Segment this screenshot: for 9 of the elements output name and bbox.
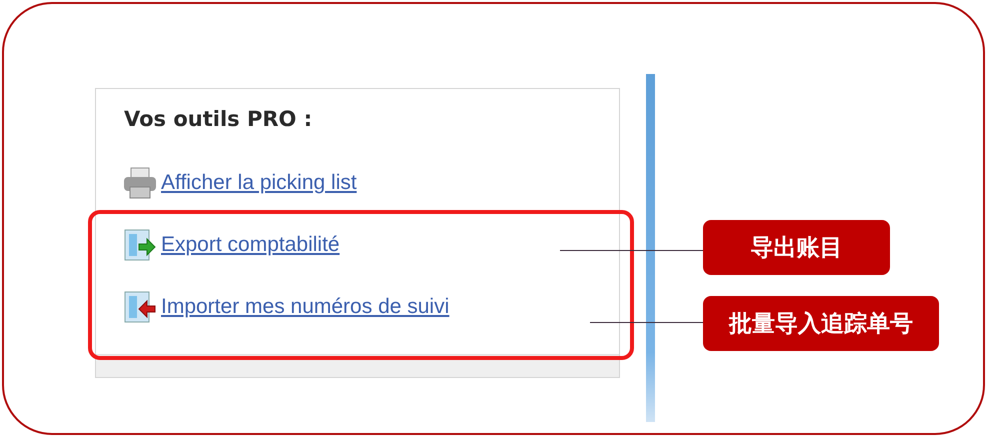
tool-link[interactable]: Export comptabilité [161,233,340,257]
printer-icon [123,167,157,199]
document-left-arrow-icon [123,291,157,323]
panel-title: Vos outils PRO : [123,106,314,133]
document-right-arrow-icon [123,229,157,261]
tool-link[interactable]: Afficher la picking list [161,171,357,195]
callout-label: 导出账目 [703,220,890,275]
tool-link[interactable]: Importer mes numéros de suivi [161,295,450,319]
callout-label: 批量导入追踪单号 [703,296,939,351]
